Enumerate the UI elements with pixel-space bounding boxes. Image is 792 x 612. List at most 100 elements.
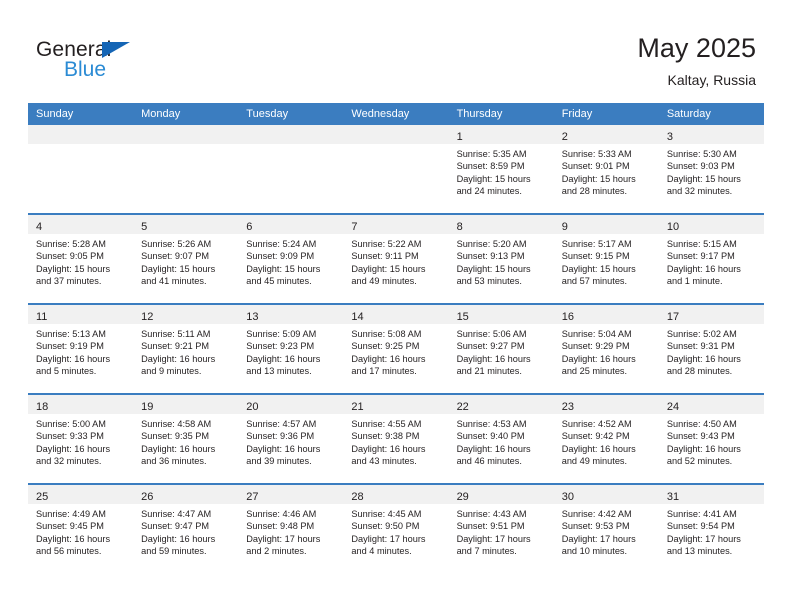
day-detail-daylight2: and 49 minutes. [561, 456, 628, 467]
day-detail-daylight1: Daylight: 16 hours [456, 353, 531, 364]
day-detail-daylight1: Daylight: 15 hours [666, 173, 741, 184]
calendar-cell-day[interactable]: 9 Sunrise: 5:17 AM Sunset: 9:15 PM Daylight… [553, 213, 659, 304]
calendar-cell-day[interactable]: 31 Sunrise: 4:41 AM Sunset: 9:54 PM Dayligh… [658, 483, 764, 573]
calendar-cell-day[interactable]: 21 Sunrise: 4:55 AM Sunset: 9:38 PM Dayligh… [343, 393, 449, 484]
calendar-cell-day[interactable]: 6 Sunrise: 5:24 AM Sunset: 9:09 PM Daylight… [238, 213, 344, 304]
day-details: Sunrise: 5:11 AM Sunset: 9:21 PM Daylight:… [133, 324, 238, 378]
calendar-cell-day[interactable]: 18 Sunrise: 5:00 AM Sunset: 9:33 PM Dayligh… [28, 393, 134, 484]
day-detail-sunset: Sunset: 9:25 PM [351, 341, 420, 352]
day-detail-daylight2: and 9 minutes. [141, 366, 202, 377]
day-detail-sunrise: Sunrise: 4:45 AM [351, 509, 422, 519]
triangle-icon [102, 42, 130, 58]
calendar-cell-day[interactable]: 2 Sunrise: 5:33 AM Sunset: 9:01 PM Daylight… [553, 125, 659, 214]
calendar-cell-day[interactable]: 19 Sunrise: 4:58 AM Sunset: 9:35 PM Dayligh… [133, 393, 239, 484]
day-detail-sunrise: Sunrise: 4:58 AM [141, 419, 212, 429]
day-detail-sunset: Sunset: 9:33 PM [36, 431, 104, 442]
calendar-cell-day[interactable]: 8 Sunrise: 5:20 AM Sunset: 9:13 PM Daylight… [448, 213, 554, 304]
calendar-week-row: 4 Sunrise: 5:28 AM Sunset: 9:05 PM Daylight… [28, 213, 764, 304]
day-detail-sunrise: Sunrise: 5:20 AM [456, 239, 527, 249]
calendar-cell-day[interactable]: 16 Sunrise: 5:04 AM Sunset: 9:29 PM Dayligh… [553, 303, 659, 394]
day-detail-sunrise: Sunrise: 5:35 AM [456, 149, 527, 159]
day-number: 2 [561, 131, 568, 143]
day-cell [238, 125, 344, 213]
calendar-cell-day[interactable]: 10 Sunrise: 5:15 AM Sunset: 9:17 PM Dayligh… [658, 213, 764, 304]
day-number-band: 28 [343, 485, 449, 504]
day-detail-sunset: Sunset: 9:38 PM [351, 431, 420, 442]
day-number: 29 [456, 491, 469, 503]
day-detail-sunrise: Sunrise: 5:06 AM [456, 329, 527, 339]
brand-logo[interactable]: General Blue [36, 38, 176, 86]
day-details: Sunrise: 4:43 AM Sunset: 9:51 PM Daylight:… [449, 504, 554, 558]
day-detail-daylight2: and 41 minutes. [141, 276, 207, 287]
day-detail-sunrise: Sunrise: 4:55 AM [351, 419, 422, 429]
day-details: Sunrise: 5:08 AM Sunset: 9:25 PM Daylight:… [343, 324, 448, 378]
day-detail-daylight2: and 25 minutes. [561, 366, 628, 377]
day-details: Sunrise: 4:41 AM Sunset: 9:54 PM Daylight:… [659, 504, 764, 558]
calendar-cell-day[interactable]: 27 Sunrise: 4:46 AM Sunset: 9:48 PM Dayligh… [238, 483, 344, 573]
calendar-cell-day[interactable]: 14 Sunrise: 5:08 AM Sunset: 9:25 PM Dayligh… [343, 303, 449, 394]
day-number: 4 [36, 221, 43, 233]
weekday-header-row: Sunday Monday Tuesday Wednesday Thursday… [28, 103, 764, 125]
day-details: Sunrise: 5:15 AM Sunset: 9:17 PM Daylight:… [659, 234, 764, 288]
calendar-cell-day[interactable]: 7 Sunrise: 5:22 AM Sunset: 9:11 PM Daylight… [343, 213, 449, 304]
calendar-cell-day[interactable]: 25 Sunrise: 4:49 AM Sunset: 9:45 PM Dayligh… [28, 483, 134, 573]
day-detail-daylight2: and 57 minutes. [561, 276, 628, 287]
calendar-cell-day[interactable]: 13 Sunrise: 5:09 AM Sunset: 9:23 PM Dayligh… [238, 303, 344, 394]
calendar-cell-day[interactable]: 17 Sunrise: 5:02 AM Sunset: 9:31 PM Dayligh… [658, 303, 764, 394]
day-number: 10 [666, 221, 680, 233]
day-details: Sunrise: 5:00 AM Sunset: 9:33 PM Daylight:… [28, 414, 133, 468]
day-details: Sunrise: 5:04 AM Sunset: 9:29 PM Daylight:… [554, 324, 659, 378]
day-detail-daylight1: Daylight: 16 hours [561, 443, 636, 454]
calendar-cell-day[interactable]: 28 Sunrise: 4:45 AM Sunset: 9:50 PM Dayligh… [343, 483, 449, 573]
day-number-band: 26 [133, 485, 239, 504]
day-number: 26 [141, 491, 154, 503]
weekday-header-monday: Monday [133, 103, 239, 125]
day-cell: 18 Sunrise: 5:00 AM Sunset: 9:33 PM Dayligh… [28, 395, 134, 483]
day-number-band: 27 [238, 485, 344, 504]
calendar-cell-day[interactable]: 4 Sunrise: 5:28 AM Sunset: 9:05 PM Daylight… [28, 213, 134, 304]
day-detail-sunset: Sunset: 9:40 PM [456, 431, 525, 442]
day-number: 8 [456, 221, 463, 233]
day-number-band: 13 [238, 305, 344, 324]
calendar-cell-day[interactable]: 12 Sunrise: 5:11 AM Sunset: 9:21 PM Dayligh… [133, 303, 239, 394]
day-number: 13 [246, 311, 259, 323]
day-number: 18 [36, 401, 49, 413]
weekday-header-friday: Friday [553, 103, 659, 125]
day-cell: 12 Sunrise: 5:11 AM Sunset: 9:21 PM Dayligh… [133, 305, 239, 393]
day-cell [343, 125, 449, 213]
day-details: Sunrise: 5:20 AM Sunset: 9:13 PM Daylight:… [449, 234, 554, 288]
calendar-cell-day[interactable]: 22 Sunrise: 4:53 AM Sunset: 9:40 PM Dayligh… [448, 393, 554, 484]
day-detail-sunset: Sunset: 9:47 PM [141, 521, 210, 532]
day-detail-daylight1: Daylight: 16 hours [666, 263, 741, 274]
calendar-cell-day[interactable]: 29 Sunrise: 4:43 AM Sunset: 9:51 PM Dayligh… [448, 483, 554, 573]
day-detail-daylight2: and 53 minutes. [456, 276, 522, 287]
day-detail-daylight1: Daylight: 16 hours [141, 533, 216, 544]
day-cell: 3 Sunrise: 5:30 AM Sunset: 9:03 PM Daylight… [658, 125, 764, 213]
day-number: 19 [141, 401, 154, 413]
day-number: 15 [456, 311, 469, 323]
calendar-cell-day[interactable]: 23 Sunrise: 4:52 AM Sunset: 9:42 PM Dayligh… [553, 393, 659, 484]
day-detail-daylight1: Daylight: 16 hours [36, 443, 111, 454]
day-detail-sunrise: Sunrise: 4:49 AM [36, 509, 106, 519]
calendar-cell-day[interactable]: 24 Sunrise: 4:50 AM Sunset: 9:43 PM Dayligh… [658, 393, 764, 484]
day-detail-daylight1: Daylight: 17 hours [456, 533, 531, 544]
day-detail-sunrise: Sunrise: 4:53 AM [456, 419, 527, 429]
calendar-cell-day[interactable]: 15 Sunrise: 5:06 AM Sunset: 9:27 PM Dayligh… [448, 303, 554, 394]
calendar-cell-day[interactable]: 5 Sunrise: 5:26 AM Sunset: 9:07 PM Daylight… [133, 213, 239, 304]
day-detail-sunset: Sunset: 9:43 PM [666, 431, 735, 442]
calendar-cell-day[interactable]: 3 Sunrise: 5:30 AM Sunset: 9:03 PM Daylight… [658, 125, 764, 214]
day-cell: 13 Sunrise: 5:09 AM Sunset: 9:23 PM Dayligh… [238, 305, 344, 393]
calendar-cell-day[interactable]: 20 Sunrise: 4:57 AM Sunset: 9:36 PM Dayligh… [238, 393, 344, 484]
day-details: Sunrise: 5:33 AM Sunset: 9:01 PM Daylight:… [554, 144, 659, 198]
day-detail-daylight2: and 37 minutes. [36, 276, 102, 287]
day-detail-sunrise: Sunrise: 5:09 AM [246, 329, 317, 339]
calendar-cell-day[interactable]: 11 Sunrise: 5:13 AM Sunset: 9:19 PM Dayligh… [28, 303, 134, 394]
calendar-cell-day[interactable]: 30 Sunrise: 4:42 AM Sunset: 9:53 PM Dayligh… [553, 483, 659, 573]
calendar-cell-day[interactable]: 1 Sunrise: 5:35 AM Sunset: 8:59 PM Daylight… [448, 125, 554, 214]
calendar-cell-day[interactable]: 26 Sunrise: 4:47 AM Sunset: 9:47 PM Dayligh… [133, 483, 239, 573]
day-detail-daylight1: Daylight: 17 hours [351, 533, 426, 544]
day-number: 3 [666, 131, 673, 143]
calendar-week-row: 11 Sunrise: 5:13 AM Sunset: 9:19 PM Dayligh… [28, 303, 764, 394]
day-number-band: 19 [133, 395, 239, 414]
calendar-body: 1 Sunrise: 5:35 AM Sunset: 8:59 PM Daylight… [28, 125, 764, 573]
